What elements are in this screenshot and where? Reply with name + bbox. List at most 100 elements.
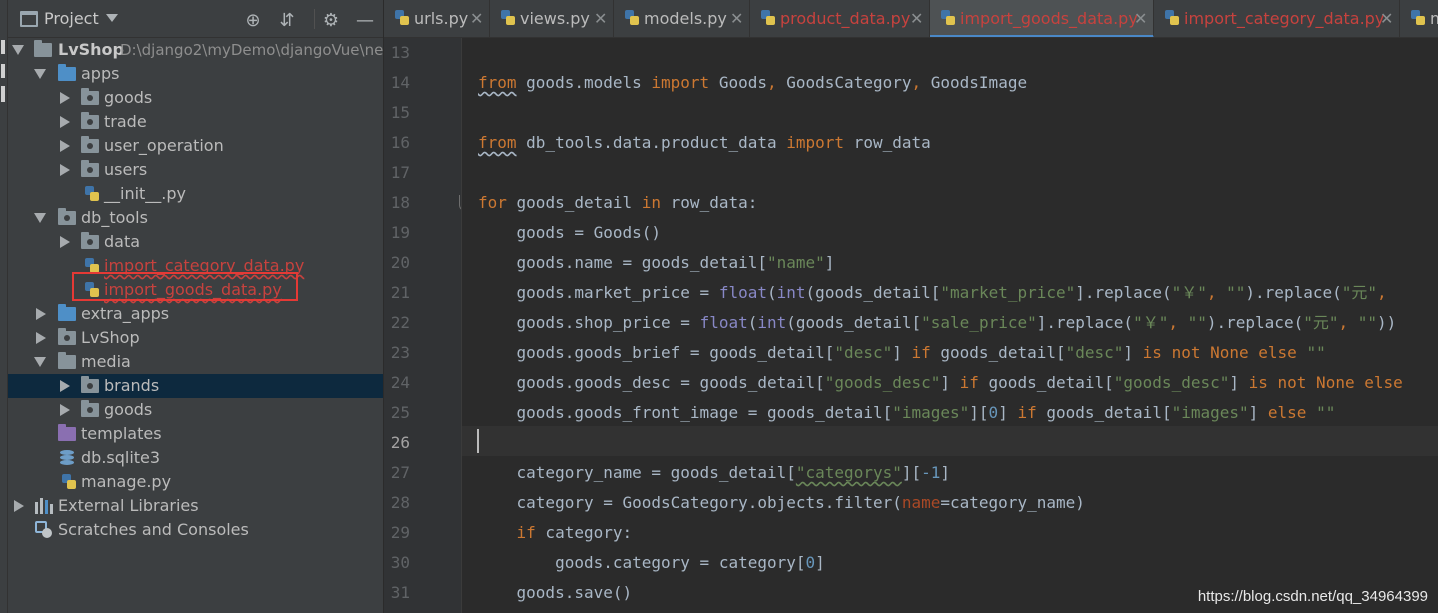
- library-icon: [35, 498, 53, 514]
- tab-import-category-data-py[interactable]: import_category_data.py ✕: [1154, 0, 1400, 37]
- python-file-icon: [1410, 9, 1426, 27]
- line-number: 22: [390, 313, 410, 332]
- tab-product-data-py[interactable]: product_data.py ✕: [750, 0, 930, 37]
- tab-import-goods-data-py[interactable]: import_goods_data.py ✕: [930, 0, 1154, 37]
- tree-item-user-operation[interactable]: user_operation: [8, 134, 383, 158]
- chevron-down-icon[interactable]: [12, 45, 24, 55]
- tree-item-label: LvShop: [58, 40, 124, 59]
- close-icon[interactable]: ✕: [730, 9, 743, 28]
- scratches-icon: [35, 521, 53, 539]
- tree-item-media-goods[interactable]: goods: [8, 398, 383, 422]
- package-folder-icon: [58, 328, 76, 345]
- chevron-right-icon[interactable]: [36, 332, 46, 344]
- project-panel: Project ⊕ ⇵ ⚙ — LvShop D:\django2\myDemo…: [8, 0, 384, 613]
- tab-label: views.py: [520, 9, 590, 28]
- code-line: goods.goods_desc = goods_detail["goods_d…: [478, 373, 1403, 392]
- chevron-right-icon[interactable]: [60, 164, 70, 176]
- tree-item-label: users: [104, 160, 148, 179]
- chevron-down-icon[interactable]: [34, 213, 46, 223]
- chevron-right-icon[interactable]: [14, 500, 24, 512]
- tree-item-users[interactable]: users: [8, 158, 383, 182]
- line-number: 17: [390, 163, 410, 182]
- close-icon[interactable]: ✕: [1134, 9, 1147, 28]
- line-number: 21: [390, 283, 410, 302]
- code-line: goods.save(): [478, 583, 633, 602]
- tree-item-label: trade: [104, 112, 147, 131]
- tree-item-db-tools[interactable]: db_tools: [8, 206, 383, 230]
- locate-icon[interactable]: ⊕: [242, 9, 264, 31]
- code-line: goods.shop_price = float(int(goods_detai…: [478, 313, 1397, 332]
- tree-item-label: goods: [104, 400, 153, 419]
- tree-item-external-libraries[interactable]: External Libraries: [8, 494, 383, 518]
- tree-item-label: Scratches and Consoles: [58, 520, 249, 539]
- line-number: 16: [390, 133, 410, 152]
- python-file-icon: [760, 9, 776, 27]
- code-line: goods.category = category[0]: [478, 553, 825, 572]
- close-icon[interactable]: ✕: [1380, 9, 1393, 28]
- code-line: if category:: [516, 523, 633, 542]
- code-line: from db_tools.data.product_data import r…: [478, 133, 931, 152]
- package-folder-icon: [81, 376, 99, 393]
- chevron-down-icon[interactable]: [34, 69, 46, 79]
- python-file-icon: [84, 185, 100, 203]
- folder-icon: [34, 40, 52, 57]
- tree-item-brands[interactable]: brands: [8, 374, 383, 398]
- code-line: goods.goods_brief = goods_detail["desc"]…: [478, 343, 1326, 362]
- line-number: 15: [390, 103, 410, 122]
- current-line-number: 26: [390, 433, 410, 452]
- chevron-right-icon[interactable]: [36, 308, 46, 320]
- tab-urls-py[interactable]: urls.py ✕: [384, 0, 490, 37]
- tree-item-media[interactable]: media: [8, 350, 383, 374]
- tree-item-label: extra_apps: [81, 304, 170, 323]
- python-file-icon: [394, 9, 410, 27]
- project-path: D:\django2\myDemo\djangoVue\ne: [120, 41, 384, 59]
- tab-label: models.py: [644, 9, 727, 28]
- chevron-down-icon[interactable]: [34, 357, 46, 367]
- chevron-right-icon[interactable]: [60, 140, 70, 152]
- tree-item-extra-apps[interactable]: extra_apps: [8, 302, 383, 326]
- chevron-right-icon[interactable]: [60, 92, 70, 104]
- chevron-right-icon[interactable]: [60, 404, 70, 416]
- folder-icon: [58, 352, 76, 369]
- tree-item-init-py[interactable]: __init__.py: [8, 182, 383, 206]
- chevron-right-icon[interactable]: [60, 236, 70, 248]
- tree-item-label: data: [104, 232, 141, 251]
- code-editor[interactable]: from goods.models import Goods, GoodsCat…: [462, 38, 1438, 613]
- tab-models-py[interactable]: models.py ✕: [614, 0, 750, 37]
- gear-icon[interactable]: ⚙: [320, 9, 342, 31]
- chevron-down-icon[interactable]: [106, 14, 118, 22]
- close-icon[interactable]: ✕: [594, 9, 607, 28]
- tab-label: import_goods_data.py: [960, 9, 1138, 28]
- chevron-right-icon[interactable]: [60, 116, 70, 128]
- tree-item-label: db_tools: [81, 208, 148, 227]
- tab-views-py[interactable]: views.py ✕: [490, 0, 614, 37]
- line-number: 25: [390, 403, 410, 422]
- tree-item-scratches[interactable]: Scratches and Consoles: [8, 518, 383, 542]
- python-file-icon: [61, 473, 77, 491]
- line-number: 31: [390, 583, 410, 602]
- project-view-title[interactable]: Project: [44, 9, 99, 28]
- line-number: 28: [390, 493, 410, 512]
- tree-item-apps[interactable]: apps: [8, 62, 383, 86]
- current-line-highlight: [462, 426, 1438, 456]
- code-line: goods.market_price = float(int(goods_det…: [478, 283, 1397, 302]
- hide-icon[interactable]: —: [354, 9, 376, 31]
- tree-item-templates[interactable]: templates: [8, 422, 383, 446]
- chevron-right-icon[interactable]: [60, 380, 70, 392]
- close-icon[interactable]: ✕: [470, 9, 483, 28]
- code-line: goods = Goods(): [478, 223, 662, 242]
- left-tool-strip: [0, 0, 8, 613]
- close-icon[interactable]: ✕: [910, 9, 923, 28]
- tree-item-data[interactable]: data: [8, 230, 383, 254]
- tree-item-lvshop[interactable]: LvShop: [8, 326, 383, 350]
- tree-item-trade[interactable]: trade: [8, 110, 383, 134]
- line-number: 27: [390, 463, 410, 482]
- tab-overflow[interactable]: m: [1400, 0, 1438, 37]
- tree-item-db-sqlite3[interactable]: db.sqlite3: [8, 446, 383, 470]
- tree-item-label: manage.py: [81, 472, 172, 491]
- tree-item-goods[interactable]: goods: [8, 86, 383, 110]
- collapse-icon[interactable]: ⇵: [276, 9, 298, 31]
- package-folder-icon: [81, 160, 99, 177]
- tree-item-manage-py[interactable]: manage.py: [8, 470, 383, 494]
- tree-item-lvshop-root[interactable]: LvShop D:\django2\myDemo\djangoVue\ne: [8, 38, 384, 62]
